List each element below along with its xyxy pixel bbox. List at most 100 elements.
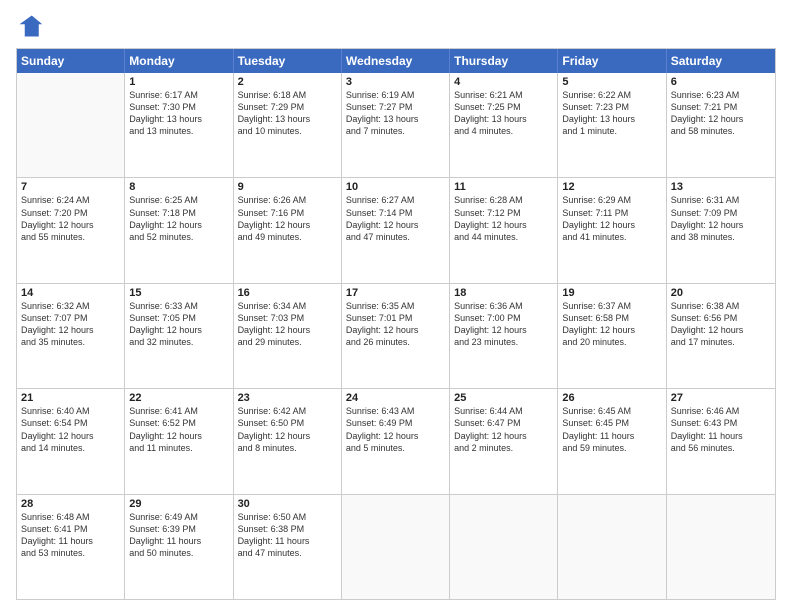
cell-info-line: Sunset: 6:50 PM [238, 417, 337, 429]
cell-info-line: Daylight: 12 hours [454, 324, 553, 336]
calendar-week: 1Sunrise: 6:17 AMSunset: 7:30 PMDaylight… [17, 73, 775, 178]
cell-info-line: and 52 minutes. [129, 231, 228, 243]
day-number: 29 [129, 498, 228, 510]
cell-info-line: Sunset: 6:52 PM [129, 417, 228, 429]
cell-info-line: and 55 minutes. [21, 231, 120, 243]
cell-info-line: Daylight: 12 hours [454, 430, 553, 442]
day-number: 24 [346, 392, 445, 404]
cell-info-line: Daylight: 12 hours [671, 219, 771, 231]
cell-info-line: Sunrise: 6:44 AM [454, 405, 553, 417]
cell-info-line: and 11 minutes. [129, 442, 228, 454]
cell-info-line: Sunrise: 6:26 AM [238, 194, 337, 206]
cell-info-line: Sunset: 7:05 PM [129, 312, 228, 324]
day-number: 6 [671, 76, 771, 88]
calendar-cell: 24Sunrise: 6:43 AMSunset: 6:49 PMDayligh… [342, 389, 450, 493]
cell-info-line: Sunset: 6:41 PM [21, 523, 120, 535]
cell-info-line: Sunset: 6:49 PM [346, 417, 445, 429]
calendar-cell: 15Sunrise: 6:33 AMSunset: 7:05 PMDayligh… [125, 284, 233, 388]
cell-info-line: Sunset: 7:18 PM [129, 207, 228, 219]
day-number: 18 [454, 287, 553, 299]
calendar-cell: 7Sunrise: 6:24 AMSunset: 7:20 PMDaylight… [17, 178, 125, 282]
cell-info-line: Daylight: 11 hours [238, 535, 337, 547]
cell-info-line: Sunset: 6:54 PM [21, 417, 120, 429]
day-number: 8 [129, 181, 228, 193]
cell-info-line: Daylight: 12 hours [21, 324, 120, 336]
calendar-cell: 9Sunrise: 6:26 AMSunset: 7:16 PMDaylight… [234, 178, 342, 282]
cell-info-line: Daylight: 12 hours [346, 219, 445, 231]
weekday-header: Monday [125, 49, 233, 73]
cell-info-line: Sunrise: 6:29 AM [562, 194, 661, 206]
weekday-header: Thursday [450, 49, 558, 73]
cell-info-line: and 1 minute. [562, 125, 661, 137]
cell-info-line: Sunset: 7:25 PM [454, 101, 553, 113]
cell-info-line: Sunset: 7:30 PM [129, 101, 228, 113]
calendar-cell: 30Sunrise: 6:50 AMSunset: 6:38 PMDayligh… [234, 495, 342, 599]
cell-info-line: and 10 minutes. [238, 125, 337, 137]
cell-info-line: Sunrise: 6:34 AM [238, 300, 337, 312]
cell-info-line: Daylight: 12 hours [238, 430, 337, 442]
cell-info-line: and 8 minutes. [238, 442, 337, 454]
cell-info-line: Daylight: 13 hours [562, 113, 661, 125]
cell-info-line: Daylight: 12 hours [562, 324, 661, 336]
calendar-cell [667, 495, 775, 599]
cell-info-line: Daylight: 12 hours [21, 430, 120, 442]
day-number: 22 [129, 392, 228, 404]
cell-info-line: Sunrise: 6:33 AM [129, 300, 228, 312]
cell-info-line: Sunrise: 6:46 AM [671, 405, 771, 417]
cell-info-line: Daylight: 12 hours [346, 324, 445, 336]
day-number: 21 [21, 392, 120, 404]
calendar-cell: 23Sunrise: 6:42 AMSunset: 6:50 PMDayligh… [234, 389, 342, 493]
cell-info-line: Sunrise: 6:19 AM [346, 89, 445, 101]
cell-info-line: Sunrise: 6:31 AM [671, 194, 771, 206]
cell-info-line: and 47 minutes. [238, 547, 337, 559]
calendar-cell: 5Sunrise: 6:22 AMSunset: 7:23 PMDaylight… [558, 73, 666, 177]
calendar-week: 28Sunrise: 6:48 AMSunset: 6:41 PMDayligh… [17, 495, 775, 599]
calendar-cell: 28Sunrise: 6:48 AMSunset: 6:41 PMDayligh… [17, 495, 125, 599]
cell-info-line: Sunrise: 6:27 AM [346, 194, 445, 206]
day-number: 27 [671, 392, 771, 404]
weekday-header: Saturday [667, 49, 775, 73]
cell-info-line: and 7 minutes. [346, 125, 445, 137]
weekday-header: Friday [558, 49, 666, 73]
day-number: 23 [238, 392, 337, 404]
weekday-header: Tuesday [234, 49, 342, 73]
calendar-cell: 4Sunrise: 6:21 AMSunset: 7:25 PMDaylight… [450, 73, 558, 177]
day-number: 3 [346, 76, 445, 88]
cell-info-line: Sunset: 7:16 PM [238, 207, 337, 219]
cell-info-line: Sunset: 7:07 PM [21, 312, 120, 324]
day-number: 25 [454, 392, 553, 404]
calendar-cell: 14Sunrise: 6:32 AMSunset: 7:07 PMDayligh… [17, 284, 125, 388]
cell-info-line: Daylight: 11 hours [129, 535, 228, 547]
cell-info-line: and 50 minutes. [129, 547, 228, 559]
cell-info-line: Sunset: 7:12 PM [454, 207, 553, 219]
day-number: 12 [562, 181, 661, 193]
cell-info-line: Sunset: 7:27 PM [346, 101, 445, 113]
cell-info-line: and 20 minutes. [562, 336, 661, 348]
cell-info-line: Sunrise: 6:50 AM [238, 511, 337, 523]
cell-info-line: and 44 minutes. [454, 231, 553, 243]
cell-info-line: Sunset: 6:47 PM [454, 417, 553, 429]
day-number: 7 [21, 181, 120, 193]
day-number: 26 [562, 392, 661, 404]
cell-info-line: Sunrise: 6:18 AM [238, 89, 337, 101]
cell-info-line: and 4 minutes. [454, 125, 553, 137]
calendar-cell [450, 495, 558, 599]
cell-info-line: Daylight: 13 hours [346, 113, 445, 125]
cell-info-line: Daylight: 12 hours [129, 219, 228, 231]
cell-info-line: Daylight: 12 hours [346, 430, 445, 442]
cell-info-line: Sunset: 7:20 PM [21, 207, 120, 219]
cell-info-line: Sunset: 7:09 PM [671, 207, 771, 219]
cell-info-line: Sunrise: 6:38 AM [671, 300, 771, 312]
cell-info-line: Daylight: 12 hours [671, 113, 771, 125]
cell-info-line: Sunrise: 6:41 AM [129, 405, 228, 417]
day-number: 19 [562, 287, 661, 299]
calendar-cell: 19Sunrise: 6:37 AMSunset: 6:58 PMDayligh… [558, 284, 666, 388]
calendar-cell: 18Sunrise: 6:36 AMSunset: 7:00 PMDayligh… [450, 284, 558, 388]
cell-info-line: and 49 minutes. [238, 231, 337, 243]
day-number: 2 [238, 76, 337, 88]
day-number: 20 [671, 287, 771, 299]
calendar-cell: 6Sunrise: 6:23 AMSunset: 7:21 PMDaylight… [667, 73, 775, 177]
calendar-cell: 1Sunrise: 6:17 AMSunset: 7:30 PMDaylight… [125, 73, 233, 177]
calendar-cell: 12Sunrise: 6:29 AMSunset: 7:11 PMDayligh… [558, 178, 666, 282]
logo [16, 12, 48, 40]
